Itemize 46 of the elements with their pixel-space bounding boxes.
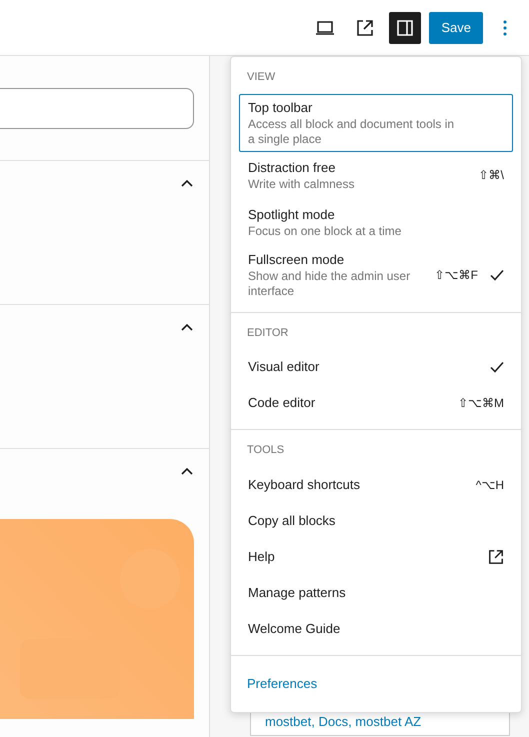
external-link-icon bbox=[356, 18, 374, 36]
item-label: Top toolbar bbox=[248, 98, 314, 116]
item-description: Access all block and document tools in a single place bbox=[248, 116, 456, 146]
chevron-up-icon[interactable] bbox=[181, 467, 193, 475]
save-button[interactable]: Save bbox=[429, 12, 483, 44]
item-description: Focus on one block at a time bbox=[248, 224, 402, 238]
chevron-up-icon[interactable] bbox=[181, 323, 193, 331]
menu-item[interactable]: Fullscreen mode Show and hide the admin user interface ⇧⌥⌘F bbox=[239, 246, 513, 304]
menu-item[interactable]: Keyboard shortcuts ^⌥H bbox=[239, 466, 513, 502]
menu-item[interactable]: Welcome Guide bbox=[239, 610, 513, 646]
keyboard-shortcut: ⇧⌘\ bbox=[478, 167, 504, 184]
preferences-link[interactable]: Preferences bbox=[247, 674, 318, 693]
item-label: Welcome Guide bbox=[248, 620, 342, 638]
item-label: Distraction free bbox=[248, 158, 336, 176]
kebab-menu-icon bbox=[503, 20, 507, 36]
input-field[interactable] bbox=[0, 88, 194, 129]
item-label: Copy all blocks bbox=[248, 512, 336, 530]
menu-item[interactable]: Manage patterns bbox=[239, 574, 513, 610]
chevron-up-icon[interactable] bbox=[181, 179, 193, 187]
laptop-icon bbox=[315, 20, 336, 34]
menu-item[interactable]: Distraction free Write with calmness ⇧⌘\ bbox=[239, 152, 513, 198]
keyboard-shortcut: ^⌥H bbox=[476, 476, 504, 494]
item-label: Visual editor bbox=[248, 358, 320, 376]
tag-list[interactable]: mostbet, Docs, mostbet AZ bbox=[265, 714, 422, 729]
group-label: EDITOR bbox=[246, 326, 290, 340]
menu-item[interactable]: Code editor ⇧⌥⌘M bbox=[239, 385, 513, 421]
menu-item[interactable]: Help bbox=[239, 538, 513, 574]
item-label: Keyboard shortcuts bbox=[248, 476, 362, 494]
item-label: Code editor bbox=[248, 394, 316, 412]
group-label: TOOLS bbox=[246, 443, 286, 458]
menu-item[interactable]: Top toolbar Access all block and document tools in a single place bbox=[239, 94, 513, 152]
item-label: Help bbox=[248, 548, 276, 566]
item-label: Spotlight mode bbox=[248, 206, 336, 224]
group-label: VIEW bbox=[246, 70, 276, 85]
item-description: Show and hide the admin user interface bbox=[248, 268, 412, 298]
menu-item[interactable]: Copy all blocks bbox=[239, 502, 513, 538]
external-link-icon bbox=[488, 548, 504, 564]
keyboard-shortcut: ⇧⌥⌘M bbox=[458, 395, 504, 412]
settings-sidebar-button[interactable] bbox=[389, 12, 422, 44]
menu-item[interactable]: Spotlight mode Focus on one block at a time bbox=[239, 198, 513, 246]
menu-item[interactable]: Visual editor bbox=[239, 349, 513, 385]
item-label: Manage patterns bbox=[248, 584, 347, 602]
item-label: Fullscreen mode bbox=[248, 250, 346, 268]
sidebar-icon bbox=[396, 18, 414, 36]
keyboard-shortcut: ⇧⌥⌘F bbox=[434, 266, 478, 284]
item-description: Write with calmness bbox=[248, 176, 356, 192]
